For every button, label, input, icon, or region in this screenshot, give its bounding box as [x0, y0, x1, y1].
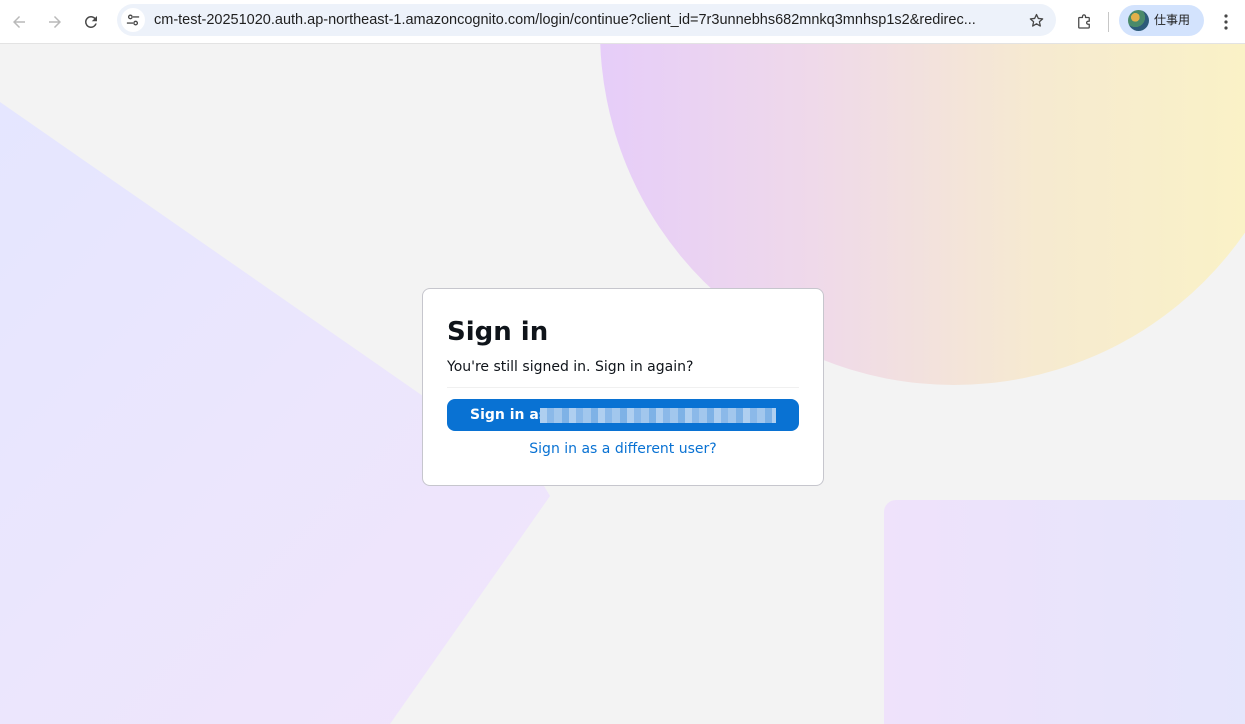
signin-button-label: Sign in as [470, 407, 548, 423]
puzzle-icon[interactable] [1070, 8, 1098, 36]
url-text[interactable]: cm-test-20251020.auth.ap-northeast-1.ama… [154, 4, 1024, 36]
background-shape-rect [884, 500, 1245, 724]
page-title: Sign in [447, 317, 549, 347]
star-icon[interactable] [1024, 8, 1048, 32]
page-content: Sign in You're still signed in. Sign in … [0, 44, 1245, 724]
profile-button[interactable]: 仕事用 [1119, 5, 1204, 36]
browser-toolbar: cm-test-20251020.auth.ap-northeast-1.ama… [0, 0, 1245, 44]
toolbar-divider [1108, 12, 1109, 32]
card-divider [447, 387, 799, 388]
more-vert-icon[interactable] [1214, 8, 1238, 36]
reload-icon[interactable] [77, 8, 105, 36]
signin-message: You're still signed in. Sign in again? [447, 359, 694, 375]
signin-as-button[interactable]: Sign in as [447, 399, 799, 431]
profile-name: 仕事用 [1154, 13, 1191, 27]
different-user-link[interactable]: Sign in as a different user? [423, 441, 823, 457]
avatar [1128, 10, 1149, 31]
signin-card: Sign in You're still signed in. Sign in … [422, 288, 824, 486]
address-bar[interactable]: cm-test-20251020.auth.ap-northeast-1.ama… [117, 4, 1056, 36]
tune-icon[interactable] [121, 8, 145, 32]
back-arrow-icon[interactable] [5, 8, 33, 36]
redacted-email [540, 408, 776, 423]
forward-arrow-icon[interactable] [41, 8, 69, 36]
